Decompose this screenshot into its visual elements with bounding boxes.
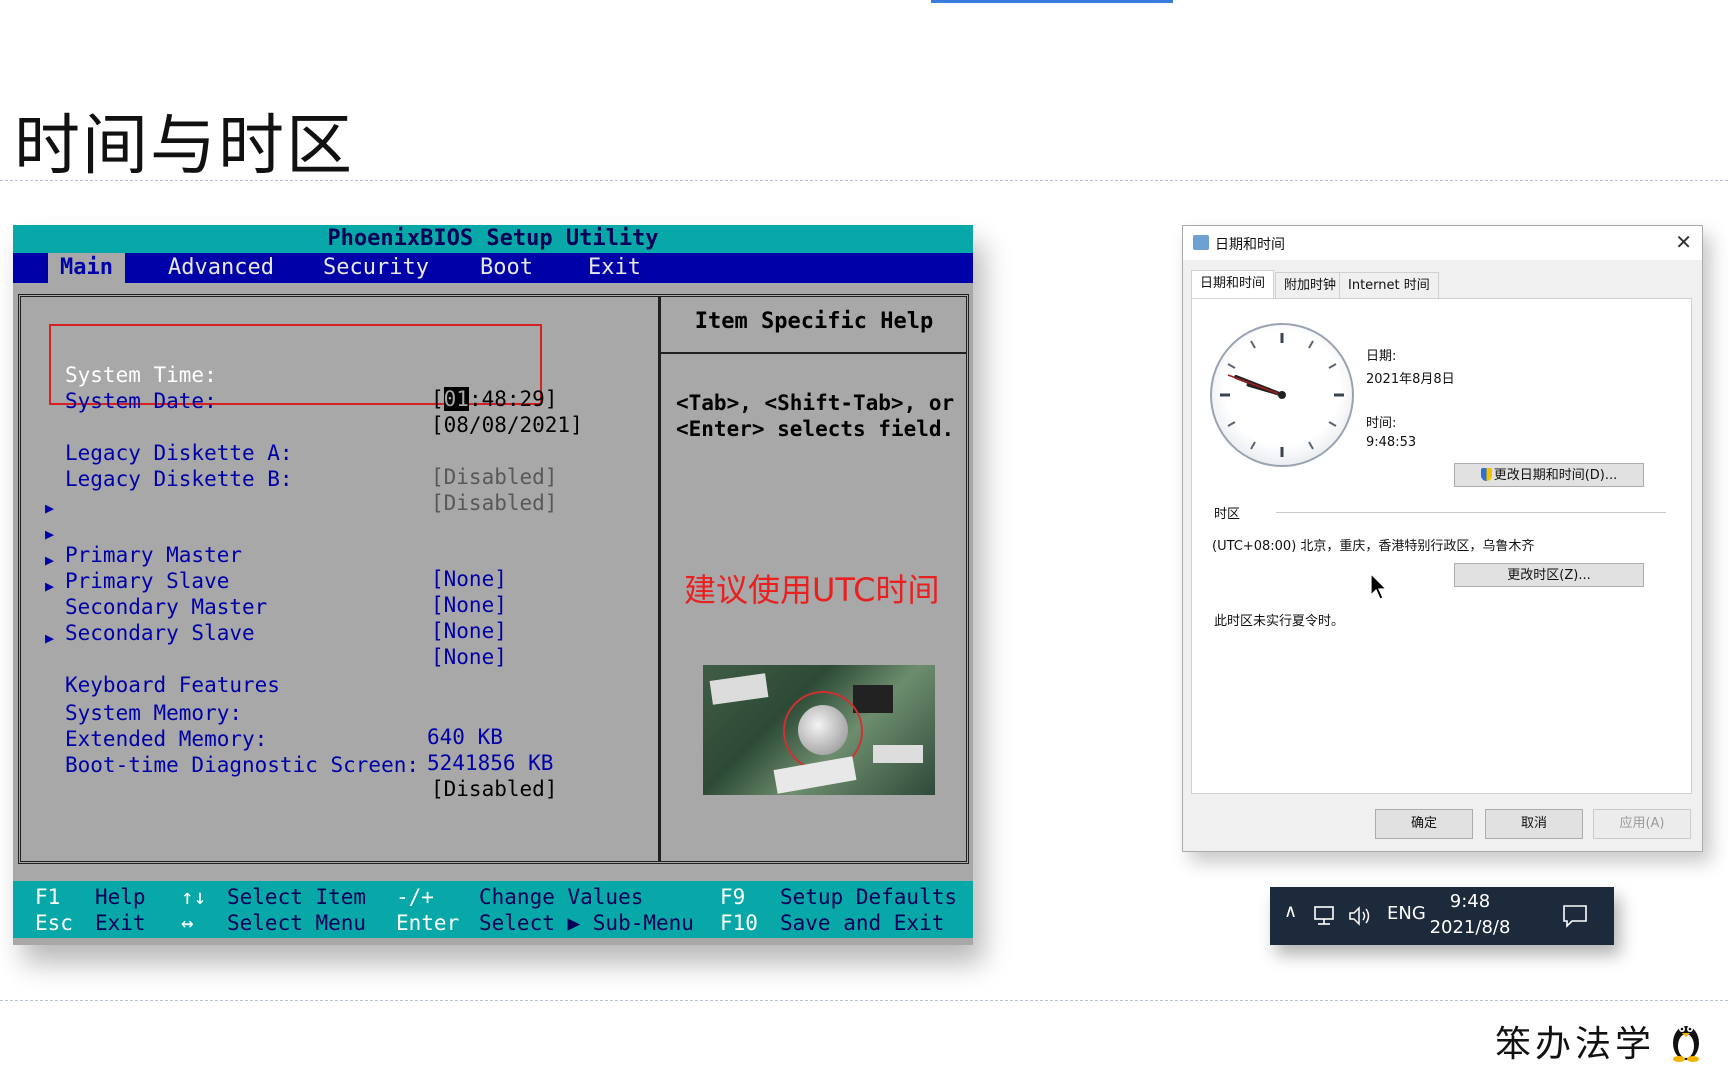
submenu-arrow-icon: ▶ xyxy=(45,551,55,569)
date-time-panel: 日期: 2021年8月8日 时间: 9:48:53 更改日期和时间(D)... … xyxy=(1191,298,1692,794)
network-icon[interactable] xyxy=(1312,905,1336,927)
tab-additional-clocks[interactable]: 附加时钟 xyxy=(1275,272,1346,299)
bottom-divider xyxy=(0,1000,1728,1001)
legacy-diskette-b-value[interactable]: [Disabled] xyxy=(431,491,557,515)
watermark-text: 笨办法学 xyxy=(1495,1024,1656,1065)
mouse-cursor-icon xyxy=(1370,573,1388,600)
bios-screenshot: PhoenixBIOS Setup Utility Main Advanced … xyxy=(13,225,973,945)
bios-menu-main[interactable]: Main xyxy=(48,253,125,283)
time-label: 时间: xyxy=(1366,416,1397,431)
tux-penguin-icon xyxy=(1673,1026,1699,1062)
bios-menu-exit[interactable]: Exit xyxy=(588,253,641,283)
bios-menu-advanced[interactable]: Advanced xyxy=(168,253,274,283)
bios-panel-separator xyxy=(658,297,661,861)
submenu-arrow-icon: ▶ xyxy=(45,499,55,517)
esc-desc: Exit xyxy=(95,911,146,935)
submenu-arrow-icon: ▶ xyxy=(45,577,55,595)
boot-diagnostic-value[interactable]: [Disabled] xyxy=(431,777,557,801)
f1-desc: Help xyxy=(95,885,146,909)
enter-desc: Select ▶ Sub-Menu xyxy=(479,911,694,935)
bios-title: PhoenixBIOS Setup Utility xyxy=(13,225,973,253)
submenu-arrow-icon: ▶ xyxy=(45,525,55,543)
slide-title: 时间与时区 xyxy=(14,107,354,184)
bios-menubar: Main Advanced Security Boot Exit xyxy=(13,253,973,283)
taskbar-time[interactable]: 9:48 xyxy=(1434,891,1506,912)
help-title: Item Specific Help xyxy=(694,309,934,334)
apply-button[interactable]: 应用(A) xyxy=(1593,809,1691,839)
close-icon[interactable]: ✕ xyxy=(1675,230,1692,254)
volume-icon[interactable] xyxy=(1348,905,1374,927)
dst-note: 此时区未实行夏令时。 xyxy=(1214,614,1345,629)
title-divider xyxy=(0,180,1728,181)
f10-desc: Save and Exit xyxy=(780,911,945,935)
dialog-titlebar: 日期和时间 ✕ xyxy=(1183,226,1702,260)
dialog-title: 日期和时间 xyxy=(1215,237,1285,253)
tab-date-time[interactable]: 日期和时间 xyxy=(1191,270,1275,300)
boot-diagnostic-row[interactable]: Boot-time Diagnostic Screen: [Disabled] xyxy=(65,729,557,825)
timezone-value: (UTC+08:00) 北京，重庆，香港特别行政区，乌鲁木齐 xyxy=(1212,539,1535,554)
taskbar-date[interactable]: 2021/8/8 xyxy=(1420,917,1520,938)
date-value: 2021年8月8日 xyxy=(1366,372,1455,387)
timezone-label: 时区 xyxy=(1214,507,1241,522)
system-date-label: System Date: xyxy=(65,389,217,413)
enter-key: Enter xyxy=(396,911,460,935)
system-memory-value: 640 KB xyxy=(427,725,503,749)
secondary-slave-value: [None] xyxy=(431,645,507,669)
leftright-desc: Select Menu xyxy=(227,911,367,935)
bios-menu-security[interactable]: Security xyxy=(323,253,429,283)
updown-key: ↑↓ xyxy=(181,885,207,909)
ok-button[interactable]: 确定 xyxy=(1375,809,1473,839)
primary-slave-value: [None] xyxy=(431,593,507,617)
updown-desc: Select Item xyxy=(227,885,367,909)
motherboard-cmos-battery-photo xyxy=(703,665,935,795)
plusminus-key: -/+ xyxy=(396,885,434,909)
utc-recommendation-note: 建议使用UTC时间 xyxy=(684,571,940,609)
timezone-divider xyxy=(1276,512,1666,513)
esc-key: Esc xyxy=(35,911,73,935)
tab-internet-time[interactable]: Internet 时间 xyxy=(1339,272,1439,299)
top-accent-bar xyxy=(931,0,1173,3)
system-date-value[interactable]: [08/08/2021] xyxy=(431,413,583,437)
boot-diagnostic-label: Boot-time Diagnostic Screen: xyxy=(65,753,420,777)
submenu-arrow-icon: ▶ xyxy=(45,629,55,647)
help-line-2: <Enter> selects field. xyxy=(676,417,955,441)
help-line-1: <Tab>, <Shift-Tab>, or xyxy=(676,391,955,415)
plusminus-desc: Change Values xyxy=(479,885,644,909)
change-date-time-button[interactable]: 更改日期和时间(D)... xyxy=(1454,463,1644,487)
date-label: 日期: xyxy=(1366,349,1397,364)
uac-shield-icon xyxy=(1480,468,1492,481)
datetime-app-icon xyxy=(1193,235,1209,250)
system-time-value[interactable]: [01:48:29] xyxy=(431,387,557,411)
f9-desc: Setup Defaults xyxy=(780,885,958,909)
cancel-button[interactable]: 取消 xyxy=(1485,809,1583,839)
help-separator xyxy=(661,352,967,354)
date-time-dialog: 日期和时间 ✕ 日期和时间 附加时钟 Internet 时间 日期: 2021年… xyxy=(1182,225,1703,852)
legacy-diskette-a-value[interactable]: [Disabled] xyxy=(431,465,557,489)
analog-clock-icon xyxy=(1210,323,1354,467)
show-hidden-icons-chevron-icon[interactable]: ∧ xyxy=(1284,901,1297,922)
leftright-key: ↔ xyxy=(181,911,194,935)
f1-key: F1 xyxy=(35,885,61,909)
bios-main-panel: System Time: [01:48:29] System Date: [08… xyxy=(18,294,969,864)
bios-menu-boot[interactable]: Boot xyxy=(480,253,533,283)
f9-key: F9 xyxy=(720,885,746,909)
f10-key: F10 xyxy=(720,911,758,935)
extended-memory-value: 5241856 KB xyxy=(427,751,554,775)
change-timezone-button[interactable]: 更改时区(Z)... xyxy=(1454,563,1644,587)
action-center-icon[interactable] xyxy=(1562,904,1588,928)
taskbar-tray: ∧ ENG 9:48 2021/8/8 xyxy=(1270,887,1614,945)
bios-footer: F1 Help Esc Exit ↑↓ Select Item ↔ Select… xyxy=(13,881,973,938)
time-value: 9:48:53 xyxy=(1366,435,1417,450)
primary-master-value: [None] xyxy=(431,567,507,591)
legacy-diskette-b-label: Legacy Diskette B: xyxy=(65,467,293,491)
secondary-master-value: [None] xyxy=(431,619,507,643)
system-time-hour: 01 xyxy=(443,387,469,411)
